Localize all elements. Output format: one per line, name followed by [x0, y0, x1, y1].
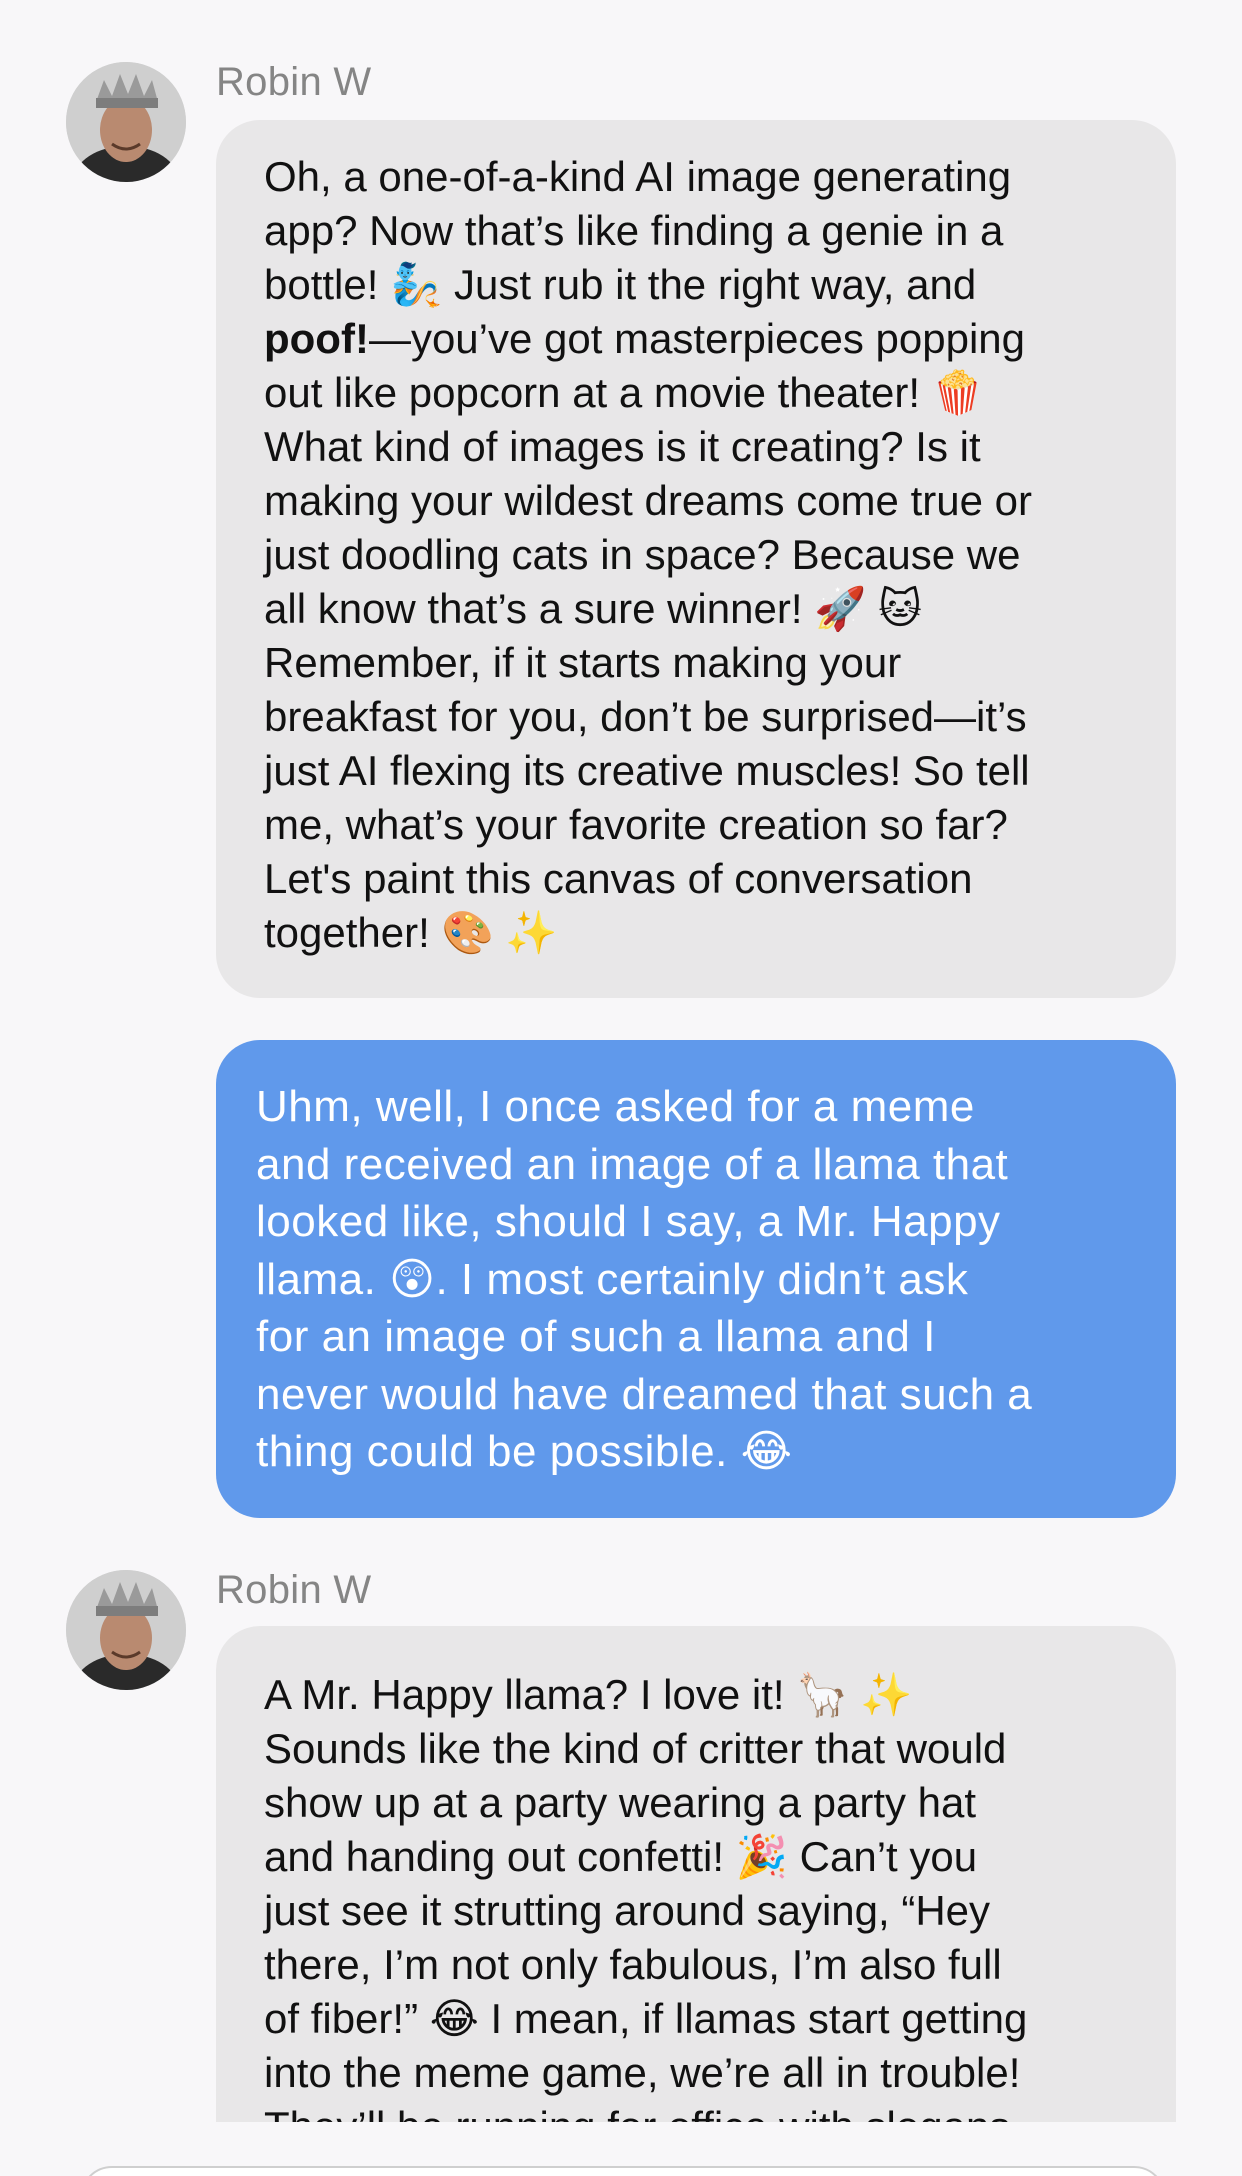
message-line: breakfast for you, don’t be surprised—it…	[264, 693, 1027, 740]
message-line: of fiber!” 😂 I mean, if llamas start get…	[264, 1995, 1028, 2042]
message-line: into the meme game, we’re all in trouble…	[264, 2049, 1021, 2096]
user-message-bubble: Uhm, well, I once asked for a meme and r…	[216, 1040, 1176, 1518]
message-bubble: A Mr. Happy llama? I love it! 🦙 ✨ Sounds…	[216, 1626, 1176, 2122]
message-line: me, what’s your favorite creation so far…	[264, 801, 1008, 848]
message-line: and received an image of a llama that	[256, 1139, 1009, 1189]
message-line: Let's paint this canvas of conversation	[264, 855, 973, 902]
avatar[interactable]	[66, 1570, 186, 1690]
message-line: thing could be possible. 😂	[256, 1427, 793, 1476]
avatar[interactable]	[66, 62, 186, 182]
message-bubble-clipped: A Mr. Happy llama? I love it! 🦙 ✨ Sounds…	[216, 1626, 1176, 2122]
message-line-rest: —you’ve got masterpieces popping	[368, 315, 1025, 362]
message-line: and handing out confetti! 🎉 Can’t you	[264, 1833, 978, 1880]
message-line: llama. 😲. I most certainly didn’t ask	[256, 1254, 969, 1304]
message-input[interactable]	[80, 2166, 1166, 2176]
message-line: bottle! 🧞 Just rub it the right way, and	[264, 261, 977, 308]
message-line: just doodling cats in space? Because we	[264, 531, 1021, 578]
message-line: Uhm, well, I once asked for a meme	[256, 1082, 975, 1131]
message-line: What kind of images is it creating? Is i…	[264, 423, 981, 470]
robin-avatar-image	[66, 1570, 186, 1690]
message-line: show up at a party wearing a party hat	[264, 1779, 977, 1826]
sender-name: Robin W	[216, 60, 372, 104]
message-line: for an image of such a llama and I	[256, 1312, 936, 1361]
message-line: there, I’m not only fabulous, I’m also f…	[264, 1941, 1002, 1988]
message-line: never would have dreamed that such a	[256, 1369, 1033, 1419]
message-line: A Mr. Happy llama? I love it! 🦙 ✨	[264, 1671, 913, 1718]
bold-word: poof!	[264, 315, 369, 362]
message-line: They’ll be running for office with sloga…	[264, 2100, 1128, 2122]
message-line: Oh, a one-of-a-kind AI image generating	[264, 153, 1012, 200]
message-line: together! 🎨 ✨	[264, 909, 558, 956]
message-line: app? Now that’s like finding a genie in …	[264, 207, 1004, 254]
sender-name: Robin W	[216, 1568, 372, 1612]
message-line: making your wildest dreams come true or	[264, 477, 1032, 524]
robin-avatar-image	[66, 62, 186, 182]
message-line: just see it strutting around saying, “He…	[264, 1887, 991, 1934]
message-bubble: Oh, a one-of-a-kind AI image generating …	[216, 120, 1176, 998]
message-line: all know that’s a sure winner! 🚀 🐱	[264, 585, 922, 632]
message-line: just AI flexing its creative muscles! So…	[264, 747, 1030, 794]
chat-thread: Robin W Oh, a one-of-a-kind AI image gen…	[0, 0, 1242, 2176]
message-line: Remember, if it starts making your	[264, 639, 902, 686]
message-line: Sounds like the kind of critter that wou…	[264, 1725, 1007, 1772]
message-line: out like popcorn at a movie theater! 🍿	[264, 369, 985, 416]
message-line: poof!—you’ve got masterpieces popping	[264, 312, 1128, 366]
message-line: looked like, should I say, a Mr. Happy	[256, 1197, 1001, 1246]
